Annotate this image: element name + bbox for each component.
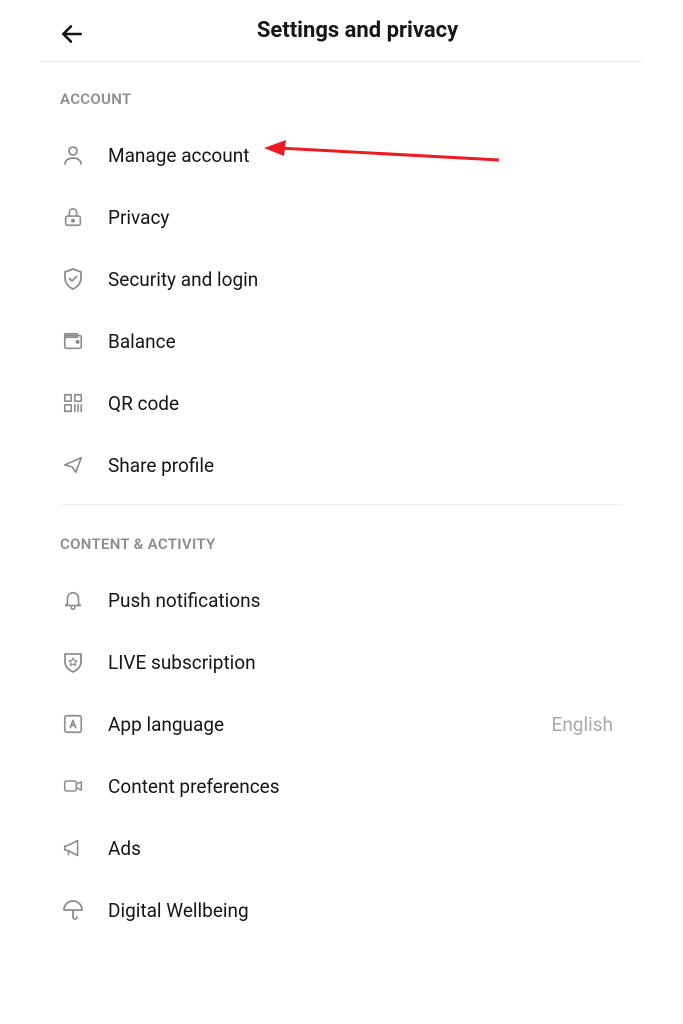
row-app-language[interactable]: App language English [0, 693, 683, 755]
language-icon [60, 711, 86, 737]
umbrella-icon [60, 897, 86, 923]
shield-star-icon [60, 649, 86, 675]
row-digital-wellbeing[interactable]: Digital Wellbeing [0, 879, 683, 941]
row-label: Privacy [108, 206, 169, 229]
share-icon [60, 452, 86, 478]
row-label: QR code [108, 392, 179, 415]
page-title: Settings and privacy [56, 18, 659, 43]
row-manage-account[interactable]: Manage account [0, 124, 683, 186]
page-header: Settings and privacy [0, 0, 683, 61]
row-balance[interactable]: Balance [0, 310, 683, 372]
row-label: Balance [108, 330, 176, 353]
row-label: Ads [108, 837, 141, 860]
back-button[interactable] [56, 18, 88, 50]
section-divider [60, 504, 623, 505]
row-label: LIVE subscription [108, 651, 256, 674]
arrow-left-icon [59, 21, 85, 47]
wallet-icon [60, 328, 86, 354]
person-icon [60, 142, 86, 168]
bell-icon [60, 587, 86, 613]
row-label: App language [108, 713, 224, 736]
row-label: Digital Wellbeing [108, 899, 249, 922]
annotation-arrow [264, 134, 504, 174]
section-header-content-activity: CONTENT & ACTIVITY [0, 529, 683, 569]
lock-icon [60, 204, 86, 230]
row-label: Share profile [108, 454, 214, 477]
row-content-preferences[interactable]: Content preferences [0, 755, 683, 817]
row-value: English [552, 713, 623, 736]
row-ads[interactable]: Ads [0, 817, 683, 879]
row-label: Push notifications [108, 589, 260, 612]
row-share-profile[interactable]: Share profile [0, 434, 683, 496]
shield-check-icon [60, 266, 86, 292]
row-push-notifications[interactable]: Push notifications [0, 569, 683, 631]
qr-code-icon [60, 390, 86, 416]
megaphone-icon [60, 835, 86, 861]
row-qr-code[interactable]: QR code [0, 372, 683, 434]
row-label: Content preferences [108, 775, 280, 798]
row-security-login[interactable]: Security and login [0, 248, 683, 310]
section-header-account: ACCOUNT [0, 62, 683, 124]
row-privacy[interactable]: Privacy [0, 186, 683, 248]
row-label: Security and login [108, 268, 258, 291]
video-icon [60, 773, 86, 799]
row-live-subscription[interactable]: LIVE subscription [0, 631, 683, 693]
row-label: Manage account [108, 144, 249, 167]
